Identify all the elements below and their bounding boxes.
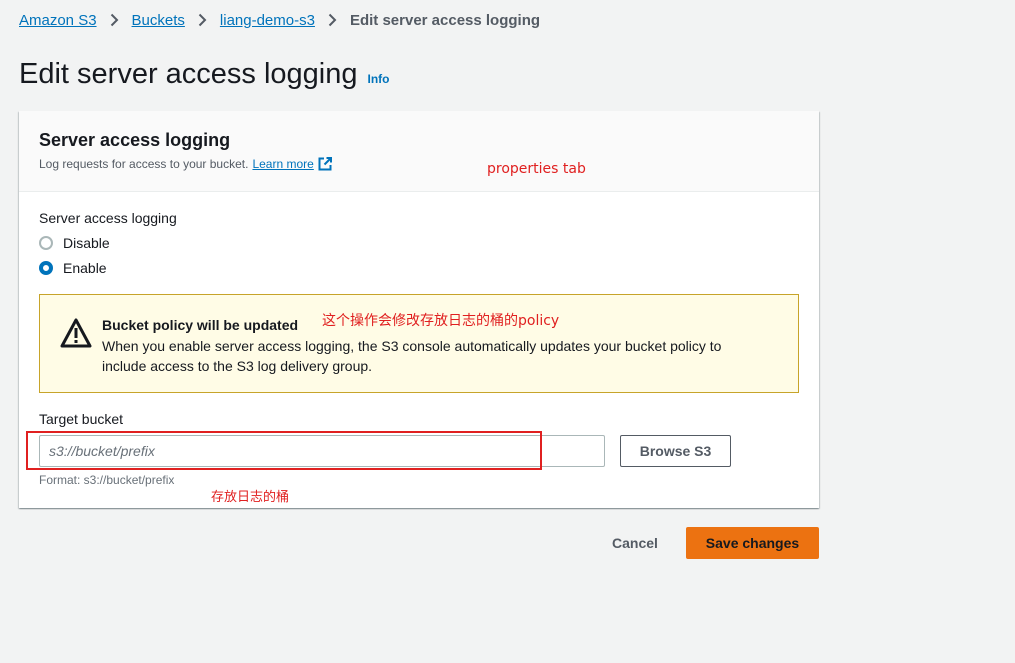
learn-more-link[interactable]: Learn more (252, 157, 313, 171)
radio-enable[interactable]: Enable (39, 259, 799, 276)
chevron-right-icon (328, 13, 337, 27)
bucket-policy-alert: Bucket policy will be updated When you e… (39, 294, 799, 393)
breadcrumb-current: Edit server access logging (349, 11, 541, 29)
chevron-right-icon (198, 13, 207, 27)
page-title: Edit server access logging Info (19, 58, 390, 91)
external-link-icon[interactable] (318, 157, 332, 171)
warning-icon (60, 318, 92, 353)
chevron-right-icon (110, 13, 119, 27)
target-bucket-label: Target bucket (39, 411, 124, 427)
radio-enable-circle[interactable] (39, 260, 53, 275)
save-changes-button[interactable]: Save changes (686, 527, 819, 559)
radio-disable-label: Disable (63, 234, 110, 251)
info-link[interactable]: Info (368, 72, 390, 86)
breadcrumb-bucket-name[interactable]: liang-demo-s3 (220, 12, 315, 29)
page-title-text: Edit server access logging (19, 58, 358, 90)
panel-body: Server access logging Disable Enable (19, 192, 819, 276)
logging-label: Server access logging (39, 210, 177, 226)
breadcrumb: Amazon S3 Buckets liang-demo-s3 Edit ser… (19, 10, 540, 30)
alert-title: Bucket policy will be updated (102, 317, 299, 333)
annotation-properties-tab: properties tab (487, 161, 586, 177)
browse-s3-button[interactable]: Browse S3 (620, 435, 731, 467)
breadcrumb-amazon-s3[interactable]: Amazon S3 (19, 12, 97, 29)
target-bucket-input[interactable] (39, 435, 605, 467)
annotation-bucket: 存放日志的桶 (211, 490, 290, 505)
target-bucket-hint: Format: s3://bucket/prefix (39, 473, 175, 487)
radio-enable-label: Enable (63, 259, 107, 276)
panel-title: Server access logging (39, 130, 231, 150)
radio-disable-circle[interactable] (39, 235, 53, 250)
panel-header: Server access logging Log requests for a… (19, 111, 819, 192)
breadcrumb-buckets[interactable]: Buckets (132, 12, 185, 29)
panel-description: Log requests for access to your bucket. … (39, 157, 799, 171)
panel-description-text: Log requests for access to your bucket. (39, 157, 249, 171)
cancel-button[interactable]: Cancel (600, 528, 670, 558)
radio-disable[interactable]: Disable (39, 234, 799, 251)
alert-text: When you enable server access logging, t… (102, 338, 722, 374)
server-access-logging-panel: Server access logging Log requests for a… (19, 111, 819, 508)
annotation-policy: 这个操作会修改存放日志的桶的policy (322, 313, 560, 329)
